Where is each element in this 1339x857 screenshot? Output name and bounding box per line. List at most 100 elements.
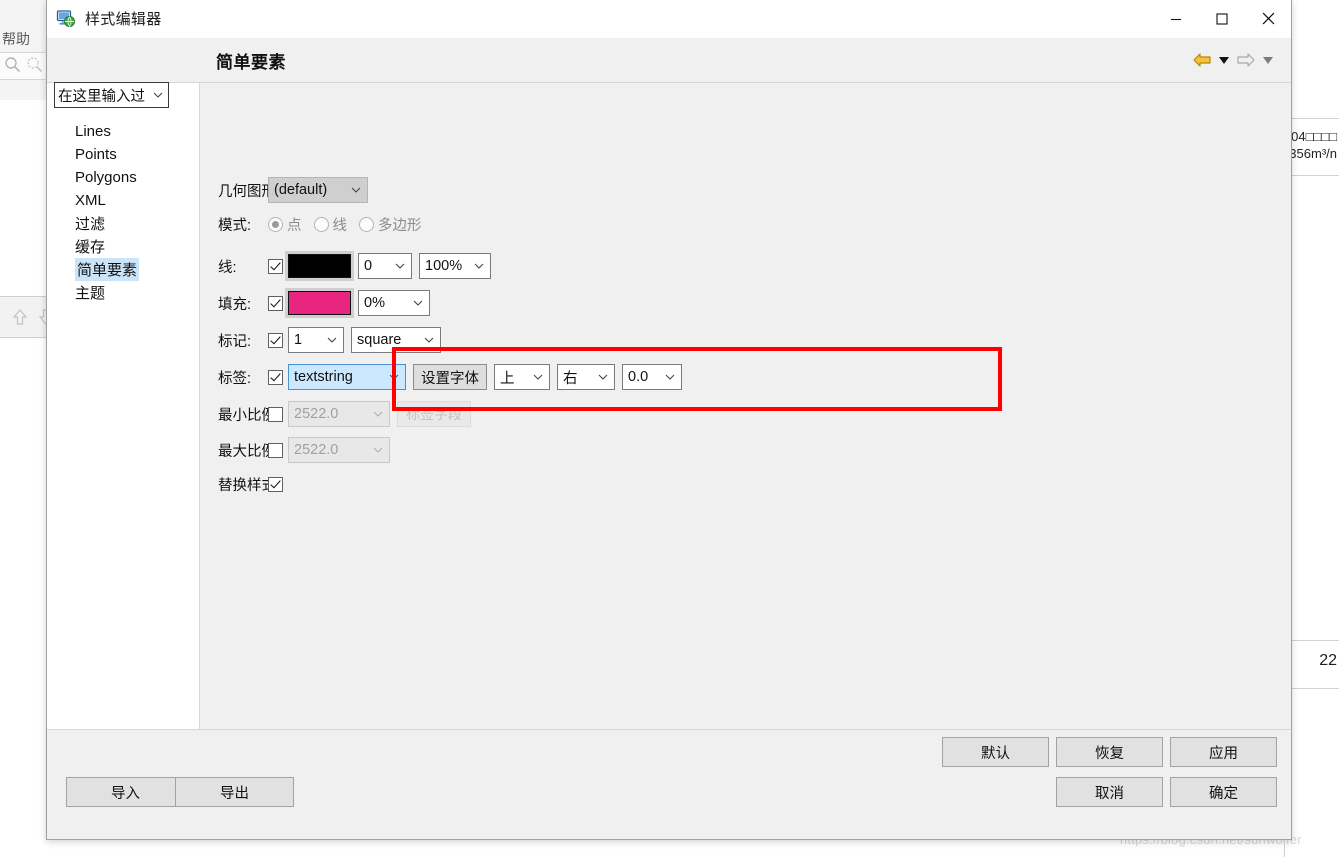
- background-value-2: 356m³/n: [1289, 146, 1337, 161]
- chevron-down-icon: [369, 411, 389, 417]
- sidebar-filter-input[interactable]: 在这里输入过: [54, 82, 169, 108]
- min-scale-enabled-checkbox[interactable]: [268, 406, 283, 422]
- line-color-swatch[interactable]: [285, 251, 354, 281]
- settings-panel: 几何图形 (default) 模式: 点: [200, 83, 1291, 772]
- replace-style-checkbox[interactable]: [268, 477, 283, 492]
- geometry-value: (default): [274, 182, 328, 198]
- apply-button[interactable]: 应用: [1170, 737, 1277, 767]
- mode-option-polygon[interactable]: 多边形: [359, 214, 422, 235]
- sidebar-item-label: XML: [75, 192, 106, 209]
- mode-label: 模式:: [218, 218, 252, 234]
- max-scale-select[interactable]: 2522.0: [288, 437, 390, 463]
- maximize-button[interactable]: [1199, 0, 1245, 37]
- max-scale-enabled-checkbox[interactable]: [268, 442, 283, 458]
- min-scale-label: 最小比例: [218, 407, 268, 424]
- sidebar-item-filter[interactable]: 过滤: [47, 212, 199, 235]
- forward-history-dropdown-icon[interactable]: [1261, 50, 1275, 70]
- label-field-select[interactable]: textstring: [288, 364, 406, 390]
- chevron-down-icon: [470, 263, 490, 269]
- mode-radio-group: 点 线 多边形: [268, 214, 434, 235]
- chevron-down-icon: [409, 300, 429, 306]
- max-scale-value: 2522.0: [294, 442, 339, 458]
- line-opacity-select[interactable]: 100%: [419, 253, 491, 279]
- min-scale-select[interactable]: 2522.0: [288, 401, 390, 427]
- minimize-button[interactable]: [1153, 0, 1199, 37]
- chevron-down-icon: [323, 337, 343, 343]
- sidebar-item-simple-feature[interactable]: 简单要素: [47, 258, 199, 281]
- dialog-body: 在这里输入过 Lines Points Polygons XML 过滤 缓存 简…: [47, 82, 1291, 772]
- mode-option-line[interactable]: 线: [313, 214, 348, 235]
- geometry-select[interactable]: (default): [268, 177, 368, 203]
- fill-color-swatch[interactable]: [285, 288, 354, 318]
- chevron-down-icon: [369, 447, 389, 453]
- radio-icon: [268, 217, 283, 232]
- sidebar-item-polygons[interactable]: Polygons: [47, 166, 199, 189]
- label-enabled-checkbox[interactable]: [268, 369, 283, 385]
- sidebar-item-points[interactable]: Points: [47, 143, 199, 166]
- line-width-select[interactable]: 0: [358, 253, 412, 279]
- chevron-down-icon: [529, 374, 549, 380]
- line-label: 线:: [218, 259, 237, 276]
- zoom-in-icon[interactable]: [26, 56, 43, 73]
- mode-option-label: 多边形: [378, 218, 422, 234]
- background-menu-help[interactable]: 帮助: [2, 29, 30, 49]
- label-horizontal-anchor-select[interactable]: 右: [557, 364, 615, 390]
- back-history-dropdown-icon[interactable]: [1217, 50, 1231, 70]
- chevron-down-icon: [661, 374, 681, 380]
- dialog-footer: 导入 导出 默认 恢复 应用 取消 确定: [47, 729, 1291, 839]
- label-rotation-value: 0.0: [628, 369, 649, 385]
- mode-option-label: 线: [332, 218, 348, 234]
- window-controls: [1153, 0, 1291, 37]
- label-rotation-select[interactable]: 0.0: [622, 364, 682, 390]
- mode-row: 模式: 点 线 多边形: [218, 214, 434, 235]
- sidebar-item-lines[interactable]: Lines: [47, 120, 199, 143]
- sidebar-item-theme[interactable]: 主题: [47, 281, 199, 304]
- sidebar-item-cache[interactable]: 缓存: [47, 235, 199, 258]
- line-row: 线: 0 100%: [218, 251, 498, 281]
- arrow-up-icon[interactable]: [12, 308, 28, 326]
- ok-button[interactable]: 确定: [1170, 777, 1277, 807]
- sidebar-item-xml[interactable]: XML: [47, 189, 199, 212]
- set-font-button[interactable]: 设置字体: [413, 364, 487, 390]
- marker-enabled-checkbox[interactable]: [268, 332, 283, 348]
- fill-enabled-checkbox[interactable]: [268, 295, 283, 311]
- page-title: 简单要素: [216, 52, 286, 72]
- sidebar-item-label: 简单要素: [75, 258, 140, 281]
- default-button[interactable]: 默认: [942, 737, 1049, 767]
- radio-icon: [313, 217, 329, 232]
- cancel-button[interactable]: 取消: [1056, 777, 1163, 807]
- label-vertical-anchor-select[interactable]: 上: [494, 364, 550, 390]
- label-row-label: 标签:: [218, 370, 252, 387]
- dialog-titlebar: 样式编辑器: [47, 0, 1291, 38]
- forward-arrow-icon[interactable]: [1235, 49, 1257, 71]
- marker-shape-select[interactable]: square: [351, 327, 441, 353]
- marker-row: 标记: 1 square: [218, 327, 448, 353]
- background-value-1: 04□□□□: [1291, 129, 1337, 144]
- marker-size-select[interactable]: 1: [288, 327, 344, 353]
- back-arrow-icon[interactable]: [1191, 49, 1213, 71]
- export-button[interactable]: 导出: [175, 777, 294, 807]
- min-scale-value: 2522.0: [294, 406, 339, 422]
- marker-label: 标记:: [218, 333, 252, 350]
- chevron-down-icon: [385, 374, 405, 380]
- line-enabled-checkbox[interactable]: [268, 258, 283, 274]
- close-button[interactable]: [1245, 0, 1291, 37]
- fill-label: 填充:: [218, 296, 252, 313]
- sidebar-item-label: Lines: [75, 123, 111, 140]
- mode-option-point[interactable]: 点: [268, 214, 302, 235]
- label-vertical-anchor-value: 上: [500, 370, 515, 387]
- sidebar-item-label: Points: [75, 146, 117, 163]
- import-button[interactable]: 导入: [66, 777, 185, 807]
- chevron-down-icon: [594, 374, 614, 380]
- min-scale-row: 最小比例 2522.0 标签字段: [218, 401, 471, 427]
- max-scale-row: 最大比例 2522.0: [218, 437, 397, 463]
- zoom-out-icon[interactable]: [4, 56, 21, 73]
- marker-shape-value: square: [357, 332, 402, 348]
- fill-opacity-value: 0%: [364, 295, 385, 311]
- restore-button[interactable]: 恢复: [1056, 737, 1163, 767]
- monitor-globe-icon: [55, 9, 77, 29]
- sidebar-item-label: 缓存: [75, 239, 106, 256]
- sidebar-filter-value: 在这里输入过: [58, 88, 145, 105]
- fill-opacity-select[interactable]: 0%: [358, 290, 430, 316]
- label-row: 标签: textstring 设置字体 上 右 0.0: [218, 364, 689, 390]
